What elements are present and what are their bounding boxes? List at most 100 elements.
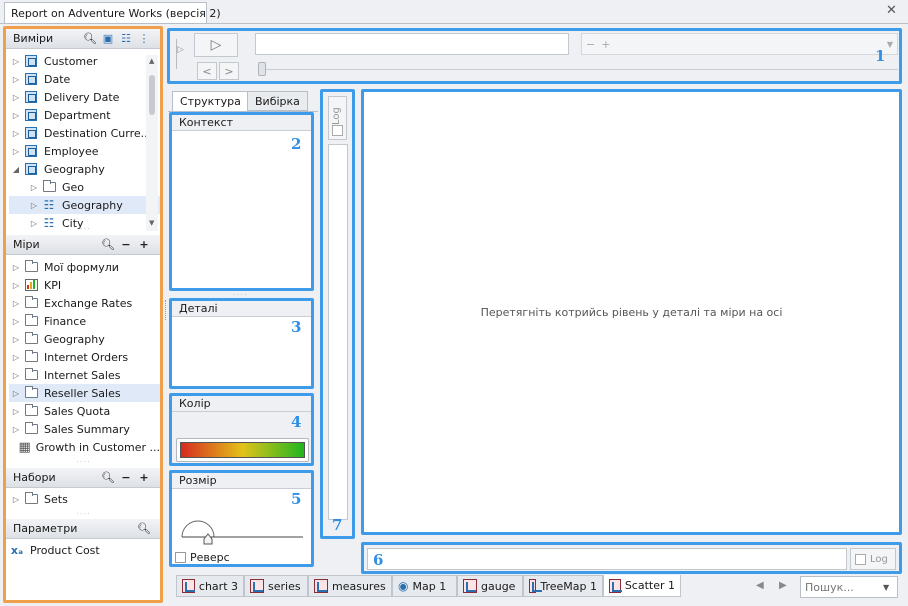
tree-item[interactable]: ▷ ☷ City — [9, 214, 160, 232]
search-icon[interactable]: 🔍︎ — [99, 238, 117, 251]
minus-icon[interactable]: − — [117, 238, 135, 251]
expand-icon[interactable]: ▷ — [9, 495, 23, 504]
expand-icon[interactable]: ▷ — [9, 57, 23, 66]
tree-item[interactable]: ▷ Exchange Rates — [9, 294, 160, 312]
expand-icon[interactable]: ▷ — [9, 425, 23, 434]
tree-item[interactable]: ▷ Reseller Sales — [9, 384, 160, 402]
tree-item[interactable]: ◢ Geography — [9, 160, 160, 178]
tree-item[interactable]: ▷ Date — [9, 70, 160, 88]
dimensions-scrollbar[interactable]: ▲ ▼ — [146, 55, 158, 231]
report-tab[interactable]: chart 3 — [176, 575, 244, 597]
hierarchy-icon[interactable]: ☷ — [117, 32, 135, 45]
expand-icon[interactable]: ▷ — [9, 371, 23, 380]
report-tab[interactable]: gauge — [457, 575, 523, 597]
search-icon[interactable]: 🔍︎ — [135, 522, 153, 535]
cube-settings-icon[interactable]: ▣ — [99, 32, 117, 45]
level-icon[interactable]: ⋮ — [135, 32, 153, 45]
expand-icon[interactable]: ▷ — [9, 75, 23, 84]
current-member-field[interactable] — [255, 33, 569, 55]
tree-item[interactable]: ▷ Customer — [9, 52, 160, 70]
plus-icon[interactable]: + — [135, 471, 153, 484]
tab-selection[interactable]: Вибірка — [247, 91, 308, 111]
report-tab[interactable]: TreeMap 1 — [523, 575, 603, 597]
report-tab[interactable]: series — [244, 575, 308, 597]
y-log-toggle[interactable]: Log — [328, 96, 347, 140]
tree-item[interactable]: ▷ Internet Orders — [9, 348, 160, 366]
expand-icon[interactable]: ▷ — [27, 201, 41, 210]
chevron-down-icon[interactable]: ▼ — [887, 40, 893, 49]
next-button[interactable]: > — [219, 62, 239, 80]
size-slider[interactable] — [180, 513, 305, 547]
tree-item[interactable]: ▷ Geo — [9, 178, 160, 196]
step-selector[interactable]: − + ▼ — [581, 33, 898, 55]
vertical-splitter[interactable] — [165, 300, 168, 320]
tree-item[interactable]: ▷ Employee — [9, 142, 160, 160]
y-log-checkbox[interactable] — [332, 125, 343, 136]
expand-icon[interactable]: ▷ — [9, 299, 23, 308]
expand-icon[interactable]: ▷ — [9, 263, 23, 272]
report-tab[interactable]: ◉ Map 1 — [392, 575, 457, 597]
search-icon[interactable]: 🔍︎ — [99, 471, 117, 484]
expand-icon[interactable]: ▷ — [9, 93, 23, 102]
expand-icon[interactable]: ▷ — [27, 183, 41, 192]
tree-item[interactable]: ▷ Destination Curre... — [9, 124, 160, 142]
minus-icon[interactable]: − — [586, 38, 595, 51]
document-tab[interactable]: Report on Adventure Works (версія 2) — [4, 2, 221, 24]
search-dropdown[interactable]: ▼ — [800, 576, 898, 598]
tabs-scroll-right[interactable]: ▶ — [779, 580, 787, 591]
report-tab[interactable]: measures — [308, 575, 392, 597]
minus-icon[interactable]: − — [117, 471, 135, 484]
y-axis-field[interactable] — [328, 144, 348, 520]
expand-icon[interactable]: ▷ — [9, 317, 23, 326]
scrollbar-thumb[interactable] — [149, 75, 155, 115]
search-icon[interactable]: 🔍︎ — [81, 32, 99, 45]
tree-item[interactable]: ▷ Sales Summary — [9, 420, 160, 438]
y-axis-zone[interactable]: Log 7 — [320, 89, 355, 539]
plus-icon[interactable]: + — [601, 38, 610, 51]
splitter-grip[interactable]: · · · · — [6, 512, 160, 518]
parameter-item[interactable]: xₐ Product Cost — [9, 541, 160, 559]
expand-icon[interactable]: ▷ — [9, 147, 23, 156]
x-log-toggle[interactable]: Log — [850, 548, 896, 570]
tree-item[interactable]: ▷ Internet Sales — [9, 366, 160, 384]
collapse-icon[interactable]: ◢ — [9, 165, 23, 174]
details-zone[interactable]: Деталі 3 — [169, 298, 314, 389]
tree-item[interactable]: ▷ KPI — [9, 276, 160, 294]
x-axis-field[interactable] — [367, 548, 847, 570]
chart-area[interactable]: Перетягніть котрийсь рівень у деталі та … — [361, 89, 902, 535]
context-zone[interactable]: Контекст 2 — [169, 112, 314, 291]
play-slider-handle[interactable]: ▷ — [176, 39, 184, 69]
report-tab[interactable]: Scatter 1 — [603, 575, 681, 597]
splitter-grip[interactable]: · · · · — [6, 460, 160, 466]
tree-item[interactable]: ▷ Department — [9, 106, 160, 124]
play-button[interactable]: ▷ — [194, 33, 238, 57]
reverse-checkbox[interactable]: Реверс — [175, 551, 230, 564]
tree-item[interactable]: ▷ Geography — [9, 330, 160, 348]
previous-button[interactable]: < — [197, 62, 217, 80]
expand-icon[interactable]: ▷ — [9, 129, 23, 138]
expand-icon[interactable]: ▷ — [9, 281, 23, 290]
tree-item[interactable]: ▦ Growth in Customer ... — [9, 438, 160, 456]
tree-item[interactable]: ▷ Sets — [9, 490, 160, 508]
expand-icon[interactable]: ▷ — [9, 335, 23, 344]
color-gradient-bar[interactable] — [176, 438, 309, 462]
search-input[interactable] — [805, 580, 883, 594]
tabs-scroll-left[interactable]: ◀ — [756, 580, 764, 591]
close-icon[interactable]: ✕ — [886, 3, 897, 18]
size-zone[interactable]: Розмір 5 Реверс — [169, 470, 314, 567]
tree-item[interactable]: ▷ Finance — [9, 312, 160, 330]
tab-structure[interactable]: Структура — [172, 91, 249, 112]
x-axis-zone[interactable]: 6 Log — [361, 542, 902, 574]
expand-icon[interactable]: ▷ — [9, 407, 23, 416]
color-zone[interactable]: Колір 4 — [169, 393, 314, 466]
expand-icon[interactable]: ▷ — [9, 389, 23, 398]
expand-icon[interactable]: ▷ — [27, 219, 41, 228]
tree-item[interactable]: ▷ Delivery Date — [9, 88, 160, 106]
tree-item[interactable]: ▷ Sales Quota — [9, 402, 160, 420]
tree-item[interactable]: ▷ ☷ Geography — [9, 196, 160, 214]
tree-item[interactable]: ▷ Мої формули — [9, 258, 160, 276]
timeline-track[interactable] — [258, 69, 898, 70]
x-log-checkbox[interactable] — [855, 553, 866, 565]
chevron-down-icon[interactable]: ▼ — [883, 583, 889, 592]
plus-icon[interactable]: + — [135, 238, 153, 251]
